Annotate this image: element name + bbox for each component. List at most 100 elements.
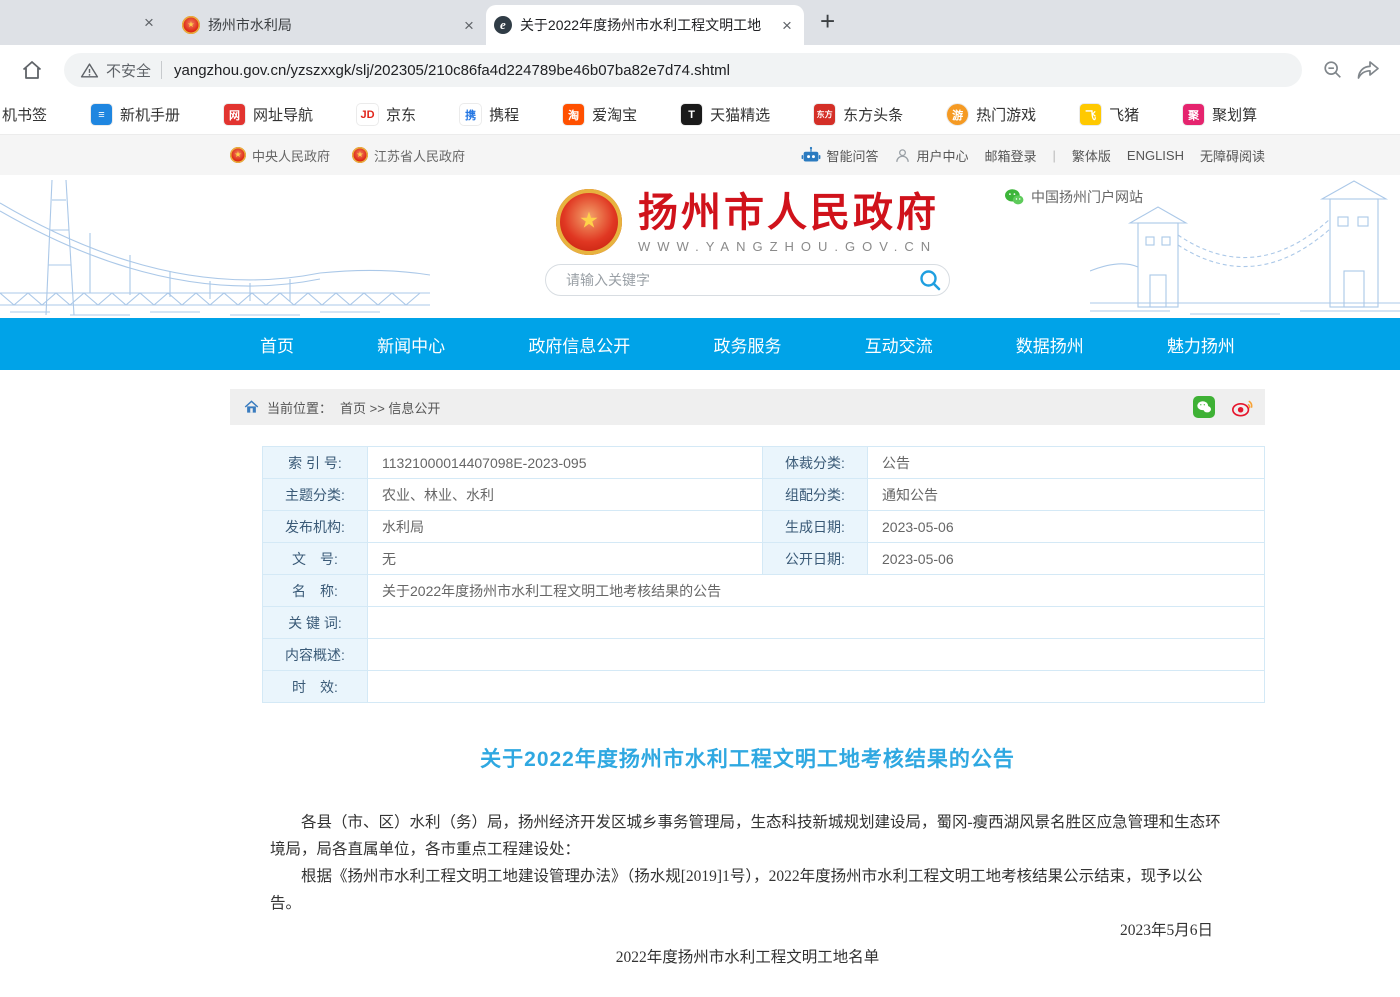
article-paragraph: 根据《扬州市水利工程文明工地建设管理办法》（扬水规[2019]1号），2022年…: [270, 863, 1225, 917]
bookmark-item[interactable]: 携 携程: [460, 104, 519, 125]
browser-tab[interactable]: 扬州市水利局 ×: [174, 5, 486, 45]
article: 关于2022年度扬州市水利工程文明工地考核结果的公告 各县（市、区）水利（务）局…: [230, 743, 1265, 971]
meta-value: 11321000014407098E-2023-095: [368, 447, 763, 479]
tab-title: 扬州市水利局: [208, 15, 452, 35]
central-gov-link[interactable]: 中央人民政府: [230, 146, 330, 165]
nav-item-interaction[interactable]: 互动交流: [865, 332, 933, 357]
table-row: 索 引 号: 11321000014407098E-2023-095 体裁分类:…: [263, 447, 1265, 479]
bookmark-item[interactable]: JD 京东: [357, 104, 416, 125]
portal-label: 中国扬州门户网站: [1031, 187, 1143, 207]
article-list-title: 2022年度扬州市水利工程文明工地名单: [270, 944, 1225, 971]
nav-item-data[interactable]: 数据扬州: [1016, 332, 1084, 357]
meta-label: 公开日期:: [763, 543, 868, 575]
jiangsu-gov-link[interactable]: 江苏省人民政府: [352, 146, 465, 165]
accessibility-link[interactable]: 无障碍阅读: [1200, 146, 1265, 165]
meta-label: 关 键 词:: [263, 607, 368, 639]
breadcrumb-bar: 当前位置： 首页 >> 信息公开: [230, 389, 1265, 425]
english-link[interactable]: ENGLISH: [1127, 148, 1184, 163]
browser-chrome: × 扬州市水利局 × e 关于2022年度扬州市水利工程文明工地 × + 不安全…: [0, 0, 1400, 135]
breadcrumb-prefix: 当前位置：: [267, 398, 332, 417]
table-row: 名 称: 关于2022年度扬州市水利工程文明工地考核结果的公告: [263, 575, 1265, 607]
close-tab-icon[interactable]: ×: [778, 15, 796, 36]
divider: |: [1053, 148, 1056, 163]
user-center-link[interactable]: 用户中心: [894, 146, 968, 165]
jd-icon: JD: [357, 104, 378, 125]
wechat-share-icon[interactable]: [1193, 396, 1215, 418]
smart-qa-link[interactable]: 智能问答: [801, 146, 878, 165]
share-icon[interactable]: [1356, 59, 1380, 81]
bookmark-item[interactable]: 聚 聚划算: [1183, 104, 1257, 125]
bookmark-item[interactable]: 飞 飞猪: [1080, 104, 1139, 125]
close-tab-icon[interactable]: ×: [460, 15, 478, 36]
gov-link-label: 中央人民政府: [252, 146, 330, 165]
browser-tab-active[interactable]: e 关于2022年度扬州市水利工程文明工地 ×: [486, 5, 804, 45]
address-bar-row: 不安全 yangzhou.gov.cn/yzszxxgk/slj/202305/…: [0, 45, 1400, 95]
nav-item-services[interactable]: 政务服务: [713, 332, 781, 357]
search-icon[interactable]: [917, 267, 943, 293]
bookmark-item[interactable]: 淘 爱淘宝: [563, 104, 637, 125]
meta-label: 主题分类:: [263, 479, 368, 511]
home-breadcrumb-icon[interactable]: [244, 400, 259, 414]
site-name: 扬州市人民政府: [638, 191, 939, 235]
bookmark-label: 携程: [489, 104, 519, 125]
gov-emblem-icon: [352, 147, 368, 163]
site-favicon-icon: e: [494, 16, 512, 34]
close-tab-icon[interactable]: ×: [140, 12, 158, 33]
portal-link[interactable]: 中国扬州门户网站: [1004, 187, 1143, 207]
bookmark-item[interactable]: 网 网址导航: [224, 104, 313, 125]
url-text[interactable]: yangzhou.gov.cn/yzszxxgk/slj/202305/210c…: [174, 62, 730, 79]
meta-value: [368, 639, 1265, 671]
security-label: 不安全: [106, 60, 151, 81]
meta-label: 时 效:: [263, 671, 368, 703]
bookmark-label: 爱淘宝: [592, 104, 637, 125]
tab-title: 关于2022年度扬州市水利工程文明工地: [520, 15, 770, 35]
table-row: 内容概述:: [263, 639, 1265, 671]
meta-label: 内容概述:: [263, 639, 368, 671]
meta-label: 发布机构:: [263, 511, 368, 543]
nav-item-charm[interactable]: 魅力扬州: [1167, 332, 1235, 357]
address-bar[interactable]: 不安全 yangzhou.gov.cn/yzszxxgk/slj/202305/…: [64, 53, 1302, 87]
zoom-out-icon[interactable]: [1322, 59, 1344, 81]
national-emblem-icon: [556, 189, 622, 255]
search-input[interactable]: [564, 271, 917, 289]
meta-value: 水利局: [368, 511, 763, 543]
bookmark-item[interactable]: 东方 东方头条: [814, 104, 903, 125]
site-search[interactable]: [545, 264, 950, 296]
table-row: 关 键 词:: [263, 607, 1265, 639]
taobao-icon: 淘: [563, 104, 584, 125]
table-row: 发布机构: 水利局 生成日期: 2023-05-06: [263, 511, 1265, 543]
nav-item-news[interactable]: 新闻中心: [377, 332, 445, 357]
bookmark-label: 热门游戏: [976, 104, 1036, 125]
manual-icon: ≡: [91, 104, 112, 125]
bookmark-item[interactable]: T 天猫精选: [681, 104, 770, 125]
tab-bar: × 扬州市水利局 × e 关于2022年度扬州市水利工程文明工地 × +: [0, 0, 1400, 45]
nav-item-info-disclosure[interactable]: 政府信息公开: [528, 332, 630, 357]
bookmarks-bar: 机书签 ≡ 新机手册 网 网址导航 JD 京东 携 携程 淘 爱淘宝 T 天猫精…: [0, 95, 1400, 135]
bookmark-item[interactable]: ≡ 新机手册: [91, 104, 180, 125]
tmall-icon: T: [681, 104, 702, 125]
smart-qa-label: 智能问答: [826, 146, 878, 165]
bookmark-label: 机书签: [2, 104, 47, 125]
weibo-share-icon[interactable]: [1231, 396, 1253, 418]
bookmark-label: 新机手册: [120, 104, 180, 125]
breadcrumb-path[interactable]: 首页 >> 信息公开: [340, 398, 440, 417]
bookmark-item[interactable]: 机书签: [2, 104, 47, 125]
bookmark-item[interactable]: 游 热门游戏: [947, 104, 1036, 125]
security-warning-icon[interactable]: [80, 61, 99, 80]
site-nav-icon: 网: [224, 104, 245, 125]
traditional-link[interactable]: 繁体版: [1072, 146, 1111, 165]
mail-login-link[interactable]: 邮箱登录: [984, 146, 1036, 165]
meta-value: 2023-05-06: [868, 511, 1265, 543]
new-tab-button[interactable]: +: [820, 6, 835, 37]
home-icon[interactable]: [20, 58, 44, 82]
site-url: WWW.YANGZHOU.GOV.CN: [638, 239, 939, 254]
wechat-icon: [1004, 188, 1024, 206]
bookmark-label: 飞猪: [1109, 104, 1139, 125]
juhuasuan-icon: 聚: [1183, 104, 1204, 125]
meta-value: 农业、林业、水利: [368, 479, 763, 511]
user-icon: [894, 147, 911, 164]
bookmark-label: 京东: [386, 104, 416, 125]
meta-value: 公告: [868, 447, 1265, 479]
nav-item-home[interactable]: 首页: [260, 332, 294, 357]
article-date: 2023年5月6日: [270, 917, 1225, 944]
